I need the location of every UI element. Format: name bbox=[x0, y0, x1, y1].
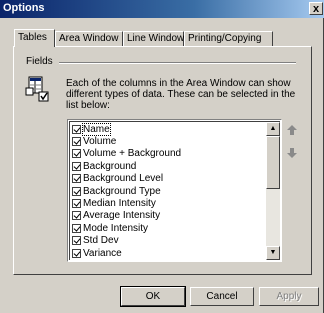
checkbox[interactable] bbox=[72, 236, 81, 246]
list-item-label: Volume bbox=[83, 136, 117, 148]
checkbox[interactable] bbox=[72, 137, 81, 147]
tables-tab-panel: Fields Each of the columns in the Area W… bbox=[13, 46, 312, 275]
tab-printing-copying[interactable]: Printing/Copying bbox=[184, 31, 273, 46]
close-icon[interactable]: x bbox=[309, 2, 323, 15]
tab-area-window[interactable]: Area Window bbox=[55, 31, 123, 46]
list-item-std-dev[interactable]: Std Dev bbox=[72, 235, 262, 247]
scroll-down-arrow-icon[interactable]: ▼ bbox=[266, 246, 280, 260]
list-item-label: Volume + Background bbox=[83, 148, 182, 160]
group-divider bbox=[59, 62, 296, 64]
list-item-label: Background Level bbox=[83, 173, 164, 185]
list-item-label: Std Dev bbox=[83, 235, 119, 247]
apply-button[interactable]: Apply bbox=[259, 287, 319, 306]
checkbox[interactable] bbox=[72, 223, 81, 233]
checkbox[interactable] bbox=[72, 174, 81, 184]
list-item-background-level[interactable]: Background Level bbox=[72, 173, 262, 185]
checkbox[interactable] bbox=[72, 199, 81, 209]
checkbox[interactable] bbox=[72, 211, 81, 221]
tab-line-window[interactable]: Line Window bbox=[123, 31, 184, 46]
fields-group-label: Fields bbox=[26, 56, 53, 67]
list-item-label: Average Intensity bbox=[83, 210, 161, 222]
list-item-variance[interactable]: Variance bbox=[72, 247, 262, 259]
arrow-up-icon[interactable] bbox=[286, 124, 298, 136]
list-item-label: Mode Intensity bbox=[83, 222, 149, 234]
list-item-volume-background[interactable]: Volume + Background bbox=[72, 148, 262, 160]
checkbox[interactable] bbox=[72, 161, 81, 171]
fields-list-items: Name Volume Volume + Background Backgrou… bbox=[72, 122, 262, 259]
cancel-button[interactable]: Cancel bbox=[190, 287, 254, 306]
tab-tables[interactable]: Tables bbox=[14, 29, 55, 47]
list-item-label: Name bbox=[82, 122, 111, 136]
list-item-label: Variance bbox=[83, 247, 122, 259]
scroll-up-arrow-icon[interactable]: ▲ bbox=[266, 122, 280, 136]
columns-checklist-icon bbox=[25, 76, 49, 102]
fields-checklist[interactable]: Name Volume Volume + Background Backgrou… bbox=[67, 119, 282, 262]
scroll-thumb[interactable] bbox=[266, 136, 280, 189]
list-item-background[interactable]: Background bbox=[72, 160, 262, 172]
arrow-down-icon[interactable] bbox=[286, 147, 298, 159]
vertical-scrollbar[interactable]: ▲ ▼ bbox=[266, 122, 280, 260]
list-item-name[interactable]: Name bbox=[72, 122, 262, 136]
list-item-background-type[interactable]: Background Type bbox=[72, 185, 262, 197]
fields-description: Each of the columns in the Area Window c… bbox=[66, 78, 296, 111]
checkbox[interactable] bbox=[72, 124, 81, 134]
list-item-volume[interactable]: Volume bbox=[72, 135, 262, 147]
list-item-label: Background bbox=[83, 160, 137, 172]
list-item-median-intensity[interactable]: Median Intensity bbox=[72, 197, 262, 209]
window-title: Options bbox=[3, 2, 45, 14]
list-item-average-intensity[interactable]: Average Intensity bbox=[72, 210, 262, 222]
list-item-mode-intensity[interactable]: Mode Intensity bbox=[72, 222, 262, 234]
list-item-label: Median Intensity bbox=[83, 198, 156, 210]
checkbox[interactable] bbox=[72, 248, 81, 258]
checkbox[interactable] bbox=[72, 149, 81, 159]
ok-button[interactable]: OK bbox=[120, 286, 186, 307]
list-item-label: Background Type bbox=[83, 185, 161, 197]
checkbox[interactable] bbox=[72, 186, 81, 196]
title-bar[interactable]: Options x bbox=[0, 0, 324, 18]
options-dialog: Options x Tables Area Window Line Window… bbox=[0, 0, 324, 313]
